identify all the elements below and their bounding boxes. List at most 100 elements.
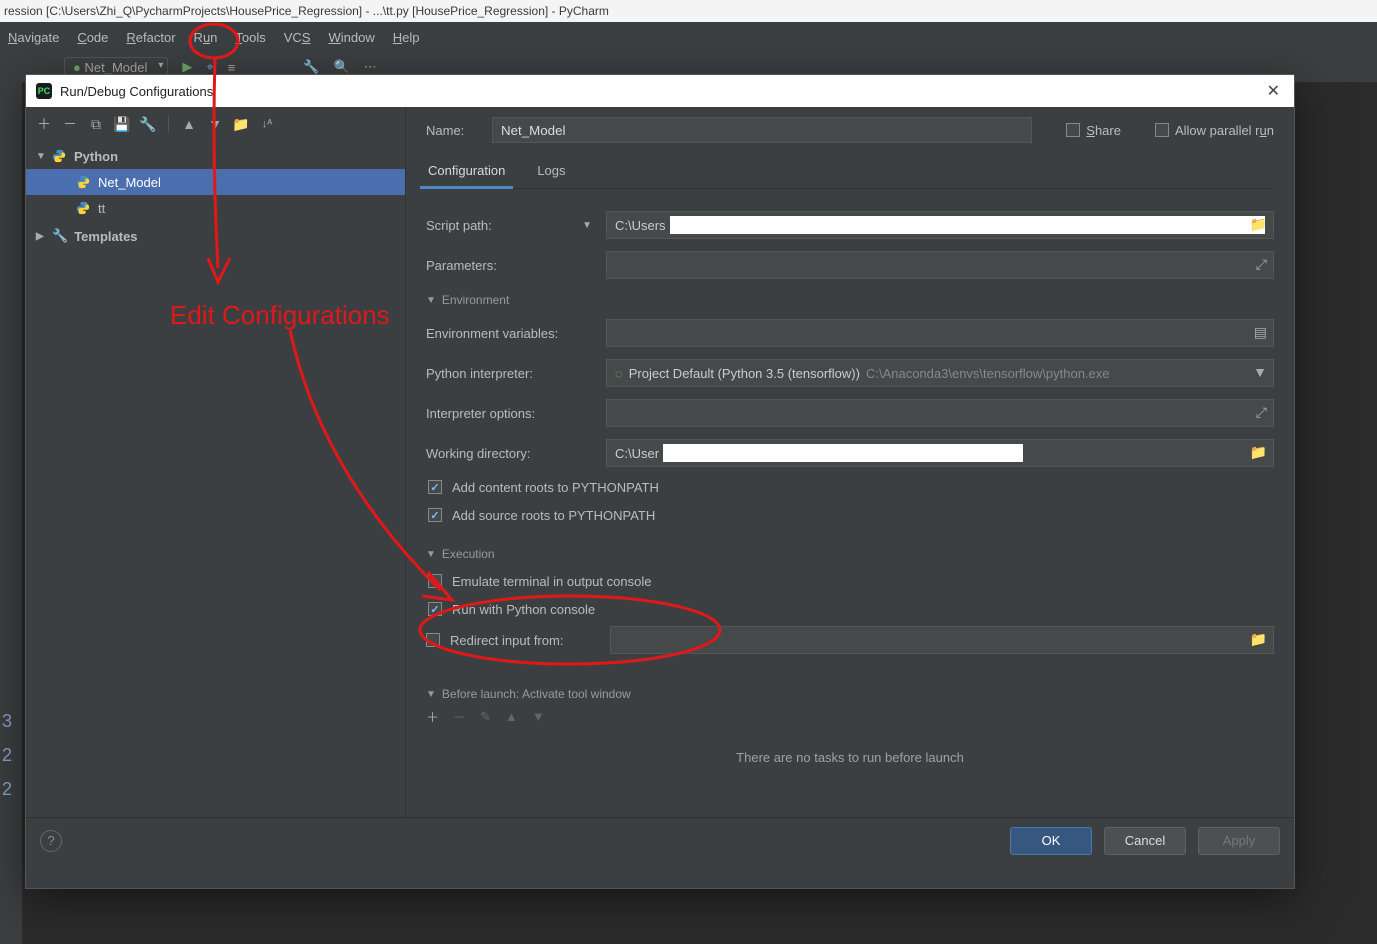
main-window-title: ression [C:\Users\Zhi_Q\PycharmProjects\…	[0, 0, 1377, 22]
parallel-run-label: Allow parallel run	[1175, 123, 1274, 138]
expand-icon[interactable]: ⤢	[1256, 404, 1267, 421]
menu-code[interactable]: Code	[77, 30, 108, 45]
apply-button[interactable]: Apply	[1198, 827, 1280, 855]
menu-refactor[interactable]: Refactor	[126, 30, 175, 45]
move-up-icon[interactable]: ▲	[505, 709, 518, 724]
wrench-icon: 🔧	[52, 228, 68, 244]
config-tree[interactable]: ▼ Python Net_Model	[26, 141, 405, 251]
redirect-input-field[interactable]: 📁	[610, 626, 1274, 654]
add-source-roots-checkbox[interactable]	[428, 508, 442, 522]
script-path-field[interactable]: C:\Users 📁	[606, 211, 1274, 239]
dialog-title-text: Run/Debug Configurations	[60, 84, 213, 99]
move-down-icon[interactable]: ▼	[532, 709, 545, 724]
toolbar-search-icon[interactable]: 🔍	[333, 59, 349, 75]
execution-section-header[interactable]: ▼ Execution	[426, 547, 1274, 561]
toolbar-coverage-icon[interactable]: ≡	[228, 60, 236, 75]
help-button[interactable]: ?	[40, 830, 62, 852]
expand-icon[interactable]: ⤢	[1256, 256, 1267, 273]
menu-vcs[interactable]: VCS	[284, 30, 311, 45]
toolbar-debug-icon[interactable]: ⌖	[206, 59, 213, 75]
chevron-down-icon: ▼	[582, 220, 592, 231]
config-tree-toolbar: ＋ － ⧉ 💾 🔧 ▲ ▼ 📁 ↓ᴬ	[26, 107, 405, 141]
config-name-input[interactable]	[492, 117, 1032, 143]
python-icon	[76, 201, 90, 215]
before-launch-empty-text: There are no tasks to run before launch	[426, 726, 1274, 775]
workdir-value: C:\User	[615, 446, 659, 461]
workdir-field[interactable]: C:\User 📁	[606, 439, 1274, 467]
interpreter-field[interactable]: ◌ Project Default (Python 3.5 (tensorflo…	[606, 359, 1274, 387]
parallel-run-checkbox[interactable]	[1155, 123, 1169, 137]
run-config-name: Net_Model	[84, 60, 147, 75]
parameters-field[interactable]: ⤢	[606, 251, 1274, 279]
interp-opts-label: Interpreter options:	[426, 406, 606, 421]
tree-label-net-model: Net_Model	[98, 175, 161, 190]
share-checkbox[interactable]	[1066, 123, 1080, 137]
before-launch-toolbar: ＋ － ✎ ▲ ▼	[426, 707, 1274, 726]
config-form-panel: Name: Share Allow parallel run Configura…	[406, 107, 1294, 817]
browse-folder-icon[interactable]: 📁	[1250, 631, 1267, 648]
run-python-console-checkbox[interactable]	[428, 602, 442, 616]
environment-section-header[interactable]: ▼ Environment	[426, 293, 1274, 307]
before-launch-section-header[interactable]: ▼ Before launch: Activate tool window	[426, 687, 1274, 701]
caret-down-icon: ▼	[426, 549, 436, 560]
redacted-path	[670, 216, 1265, 234]
config-tabs: Configuration Logs	[426, 157, 1274, 189]
tab-configuration[interactable]: Configuration	[426, 157, 507, 188]
toolbar-wrench-icon[interactable]: 🔧	[303, 59, 319, 75]
dialog-footer: ? OK Cancel Apply	[26, 817, 1294, 863]
add-task-icon[interactable]: ＋	[426, 707, 439, 726]
tree-node-net-model[interactable]: Net_Model	[26, 169, 405, 195]
edit-task-icon[interactable]: ✎	[480, 709, 491, 725]
tree-label-templates: Templates	[74, 229, 137, 244]
menu-help[interactable]: Help	[393, 30, 420, 45]
move-down-icon[interactable]: ▼	[207, 116, 223, 132]
tree-node-python[interactable]: ▼ Python	[26, 143, 405, 169]
tree-label-tt: tt	[98, 201, 105, 216]
redirect-input-label: Redirect input from:	[450, 633, 610, 648]
interpreter-loading-icon: ◌	[615, 366, 623, 381]
emulate-terminal-label: Emulate terminal in output console	[452, 574, 651, 589]
remove-config-icon[interactable]: －	[62, 116, 78, 132]
name-label: Name:	[426, 123, 476, 138]
toolbar-more-icon[interactable]: ⋯	[364, 59, 377, 75]
run-python-console-label: Run with Python console	[452, 602, 595, 617]
parameters-label: Parameters:	[426, 258, 606, 273]
ok-button[interactable]: OK	[1010, 827, 1092, 855]
add-source-roots-label: Add source roots to PYTHONPATH	[452, 508, 655, 523]
editor-gutter: 3 2 2	[2, 704, 12, 806]
python-icon	[76, 175, 90, 189]
share-label: Share	[1086, 123, 1121, 138]
list-icon[interactable]: ▤	[1254, 324, 1267, 341]
interpreter-path: C:\Anaconda3\envs\tensorflow\python.exe	[866, 366, 1110, 381]
interp-opts-field[interactable]: ⤢	[606, 399, 1274, 427]
tree-node-tt[interactable]: tt	[26, 195, 405, 221]
script-path-label[interactable]: Script path:▼	[426, 218, 606, 233]
copy-config-icon[interactable]: ⧉	[88, 116, 104, 132]
save-config-icon[interactable]: 💾	[114, 116, 130, 132]
chevron-down-icon[interactable]: ▼	[1253, 364, 1267, 380]
browse-folder-icon[interactable]: 📁	[1250, 216, 1267, 233]
menu-run[interactable]: Run	[194, 30, 218, 45]
tree-node-templates[interactable]: ▶ 🔧 Templates	[26, 223, 405, 249]
redirect-input-checkbox[interactable]	[426, 633, 440, 647]
dialog-close-button[interactable]: ✕	[1263, 81, 1284, 101]
emulate-terminal-checkbox[interactable]	[428, 574, 442, 588]
edit-config-icon[interactable]: 🔧	[140, 116, 156, 132]
sort-icon[interactable]: ↓ᴬ	[259, 116, 275, 132]
add-content-roots-checkbox[interactable]	[428, 480, 442, 494]
browse-folder-icon[interactable]: 📁	[1250, 444, 1267, 461]
add-config-icon[interactable]: ＋	[36, 116, 52, 132]
move-up-icon[interactable]: ▲	[181, 116, 197, 132]
menu-navigate[interactable]: Navigate	[8, 30, 59, 45]
tab-logs[interactable]: Logs	[535, 157, 567, 188]
caret-down-icon: ▼	[426, 295, 436, 306]
folder-icon[interactable]: 📁	[233, 116, 249, 132]
menu-window[interactable]: Window	[329, 30, 375, 45]
run-debug-config-dialog: PC Run/Debug Configurations ✕ ＋ － ⧉ 💾 🔧 …	[25, 74, 1295, 889]
toolbar-run-icon[interactable]: ▶	[182, 59, 192, 75]
env-vars-field[interactable]: ▤	[606, 319, 1274, 347]
menu-tools[interactable]: Tools	[235, 30, 265, 45]
cancel-button[interactable]: Cancel	[1104, 827, 1186, 855]
remove-task-icon[interactable]: －	[453, 707, 466, 726]
redacted-path	[663, 444, 1023, 462]
